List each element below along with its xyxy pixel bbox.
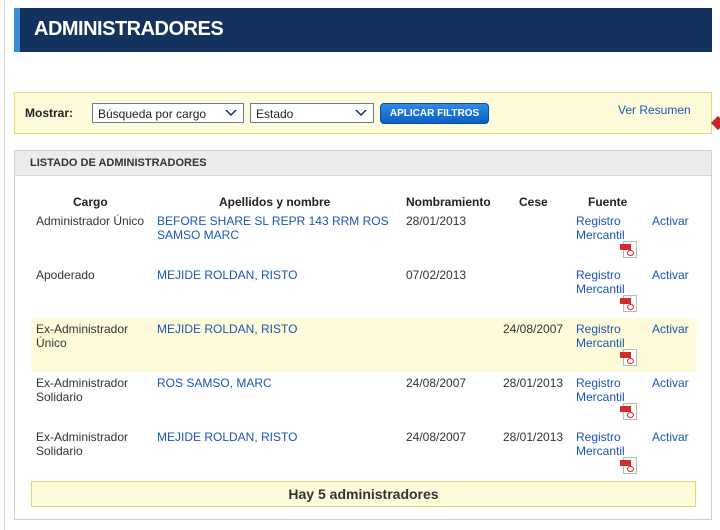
header-accent (14, 8, 20, 52)
cell-cese: 28/01/2013 (503, 430, 564, 444)
cell-fuente-link[interactable]: Registro Mercantil (576, 322, 646, 350)
pdf-icon[interactable] (620, 241, 637, 258)
cell-fuente-link[interactable]: Registro Mercantil (576, 214, 646, 242)
pdf-icon[interactable] (620, 457, 637, 474)
cell-fuente-link[interactable]: Registro Mercantil (576, 376, 646, 404)
cargo-select-value: Búsqueda por cargo (98, 107, 207, 121)
activar-link[interactable]: Activar (652, 376, 689, 390)
cell-cargo: Apoderado (36, 268, 95, 282)
cell-nombre-link[interactable]: MEJIDE ROLDAN, RISTO (157, 322, 397, 336)
activar-link[interactable]: Activar (652, 322, 689, 336)
filter-bar: Mostrar: Búsqueda por cargo Estado APLIC… (14, 92, 712, 134)
chevron-down-icon (225, 110, 237, 116)
filter-label: Mostrar: (25, 106, 74, 120)
cell-nombramiento: 28/01/2013 (406, 214, 467, 228)
activar-link[interactable]: Activar (652, 268, 689, 282)
column-header-cese: Cese (519, 195, 548, 209)
column-header-cargo: Cargo (73, 195, 108, 209)
cell-cargo: Ex-Administrador Solidario (36, 430, 129, 458)
cell-cargo: Administrador Único (36, 214, 145, 228)
table-row: Ex-Administrador Solidario MEJIDE ROLDAN… (31, 426, 696, 480)
ver-resumen-link[interactable]: Ver Resumen (618, 103, 691, 117)
page-title: ADMINISTRADORES (34, 18, 224, 40)
activar-link[interactable]: Activar (652, 430, 689, 444)
cell-fuente-link[interactable]: Registro Mercantil (576, 430, 646, 458)
cell-nombre-link[interactable]: MEJIDE ROLDAN, RISTO (157, 430, 397, 444)
panel-header: LISTADO DE ADMINISTRADORES (15, 151, 711, 176)
panel-title: LISTADO DE ADMINISTRADORES (30, 157, 207, 169)
cargo-select[interactable]: Búsqueda por cargo (92, 103, 244, 123)
cell-nombramiento: 24/08/2007 (406, 430, 467, 444)
cell-cese: 24/08/2007 (503, 322, 564, 336)
estado-select[interactable]: Estado (250, 103, 374, 123)
page-header: ADMINISTRADORES (14, 8, 712, 52)
cell-fuente-link[interactable]: Registro Mercantil (576, 268, 646, 296)
column-header-nombramiento: Nombramiento (406, 195, 491, 209)
estado-select-value: Estado (256, 107, 294, 121)
pdf-icon[interactable] (620, 295, 637, 312)
pdf-icon[interactable] (620, 403, 637, 420)
apply-filters-button[interactable]: APLICAR FILTROS (380, 103, 489, 124)
cell-nombre-link[interactable]: ROS SAMSO, MARC (157, 376, 397, 390)
table-row: Ex-Administrador Único MEJIDE ROLDAN, RI… (31, 318, 696, 372)
column-header-fuente: Fuente (588, 195, 628, 209)
cell-cargo: Ex-Administrador Solidario (36, 376, 129, 404)
cell-cese: 28/01/2013 (503, 376, 564, 390)
column-header-nombre: Apellidos y nombre (219, 195, 331, 209)
table-row: Ex-Administrador Solidario ROS SAMSO, MA… (31, 372, 696, 426)
chevron-down-icon (355, 110, 367, 116)
cell-nombre-link[interactable]: MEJIDE ROLDAN, RISTO (157, 268, 397, 282)
results-count: Hay 5 administradores (288, 486, 439, 502)
cell-nombramiento: 07/02/2013 (406, 268, 467, 282)
results-count-bar: Hay 5 administradores (31, 481, 696, 507)
table-row: Apoderado MEJIDE ROLDAN, RISTO 07/02/201… (31, 264, 696, 318)
pdf-icon[interactable] (620, 349, 637, 366)
cell-cargo: Ex-Administrador Único (36, 322, 129, 350)
table-row: Administrador Único BEFORE SHARE SL REPR… (31, 210, 696, 264)
activar-link[interactable]: Activar (652, 214, 689, 228)
cell-nombre-link[interactable]: BEFORE SHARE SL REPR 143 RRM ROS SAMSO M… (157, 214, 397, 242)
administrators-panel: LISTADO DE ADMINISTRADORES Cargo Apellid… (14, 150, 712, 520)
cell-nombramiento: 24/08/2007 (406, 376, 467, 390)
